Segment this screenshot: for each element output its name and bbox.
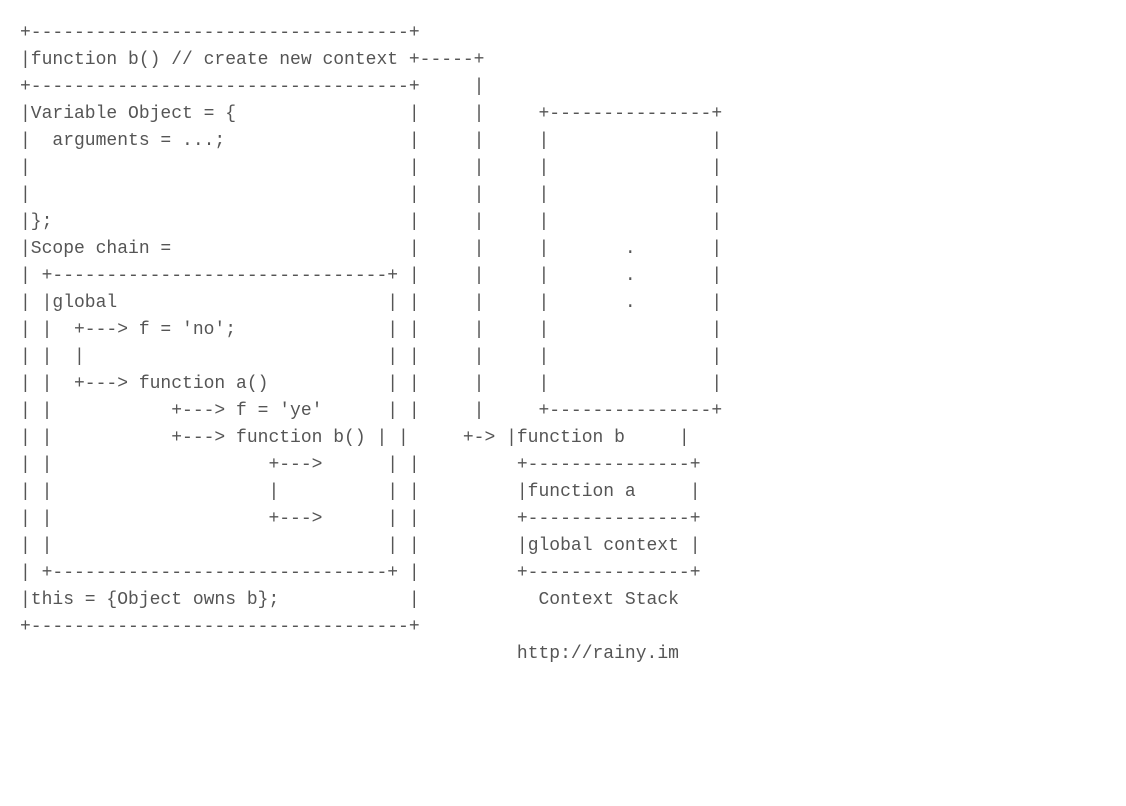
scope-chain-label: |Scope chain = | | — [20, 239, 484, 259]
var-obj-arguments: | arguments = ...; | | — [20, 131, 484, 151]
title-line: |function b() // create new context +---… — [20, 50, 484, 70]
stack-label: Context Stack — [539, 590, 679, 610]
ascii-diagram: +-----------------------------------+ |f… — [20, 20, 1106, 668]
scope-func-a: | | +---> function a() | | | — [20, 374, 484, 394]
scope-inner-pipe: | | | | | |function a | — [20, 482, 701, 502]
stack-bottom: global context — [528, 536, 679, 556]
scope-inner-arrow2: | | +---> | | +---------------+ — [20, 509, 701, 529]
this-line: |this = {Object owns b}; | — [20, 590, 420, 610]
source-url: http://rainy.im — [517, 644, 679, 664]
var-obj-open: |Variable Object = { | | — [20, 104, 484, 124]
scope-f-no: | | +---> f = 'no'; | | | — [20, 320, 484, 340]
scope-f-ye: | | +---> f = 'ye' | | | — [20, 401, 484, 421]
var-obj-close: |}; | | — [20, 212, 484, 232]
scope-global: | |global | | | — [20, 293, 484, 313]
scope-func-b: | | +---> function b() | | +-> |function… — [20, 428, 690, 448]
scope-inner-arrow1: | | +---> | | +---------------+ — [20, 455, 701, 475]
